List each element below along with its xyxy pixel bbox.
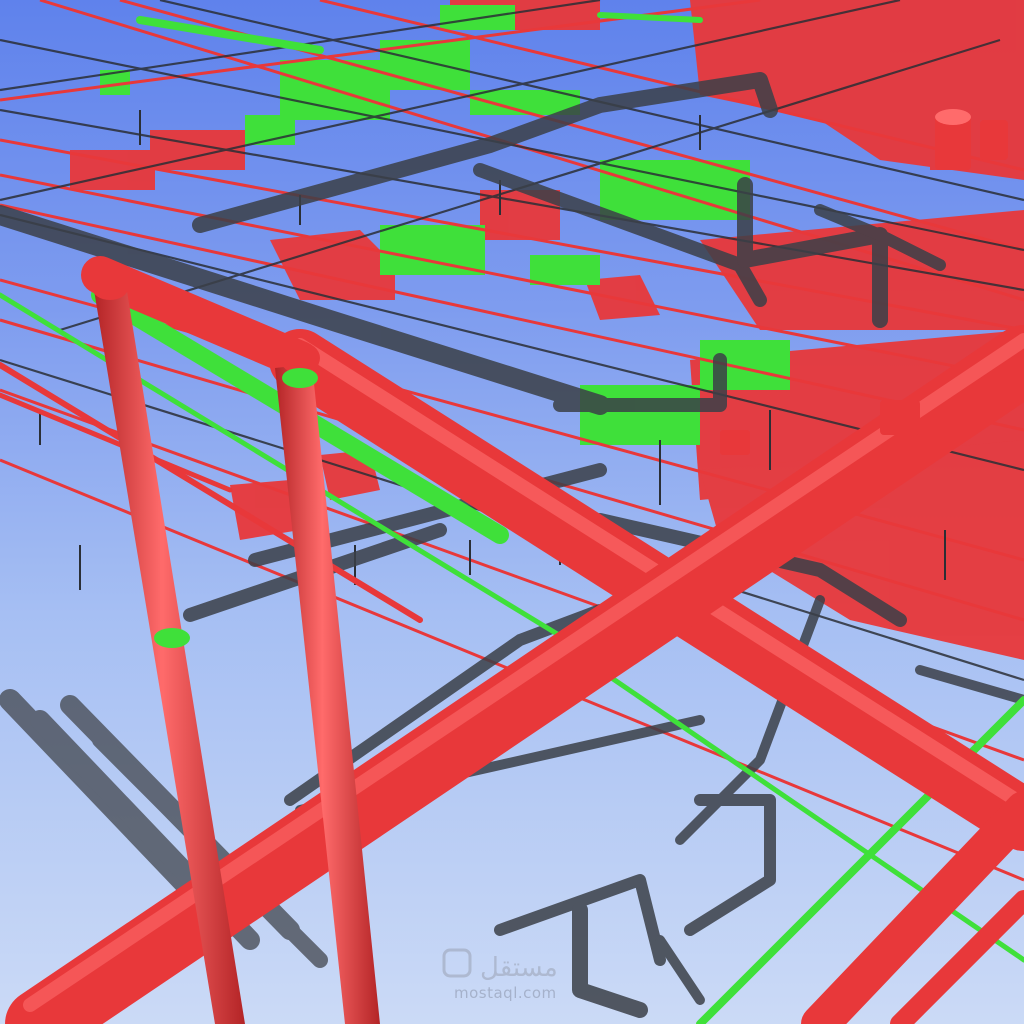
watermark-arabic-text: مستقل [480, 953, 558, 983]
model-viewport[interactable]: مستقل mostaql.com [0, 0, 1024, 1024]
watermark: مستقل mostaql.com [440, 944, 640, 1014]
mep-3d-scene [0, 0, 1024, 1024]
watermark-latin-text: mostaql.com [454, 984, 557, 1002]
